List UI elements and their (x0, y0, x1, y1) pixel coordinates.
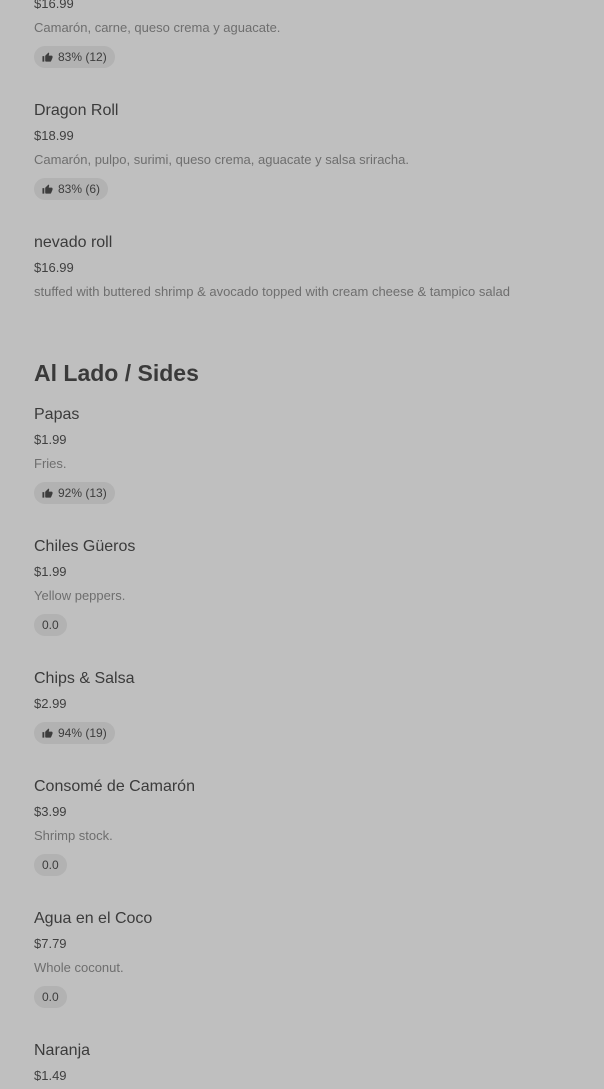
thumbs-up-icon (42, 487, 53, 498)
item-name: Papas (34, 406, 80, 423)
item-name: Dragon Roll (34, 102, 119, 119)
menu-item[interactable]: $16.99 Camarón, carne, queso crema y agu… (34, 0, 280, 68)
rating-text: 0.0 (42, 618, 59, 632)
section-title: Al Lado / Sides (34, 360, 199, 386)
thumbs-up-icon (42, 727, 53, 738)
item-price: $1.49 (34, 1068, 67, 1083)
rating-badge: 83% (6) (34, 178, 109, 200)
rating-badge: 94% (19) (34, 722, 115, 744)
item-price: $7.79 (34, 936, 67, 951)
item-price: $18.99 (34, 128, 74, 143)
item-name: Naranja (34, 1042, 91, 1059)
rating-badge: 0.0 (34, 986, 67, 1008)
item-price: $16.99 (34, 260, 74, 275)
menu-item[interactable]: nevado roll $16.99 stuffed with buttered… (34, 232, 510, 304)
rating-text: 83% (6) (58, 182, 101, 196)
rating-text: 0.0 (42, 858, 59, 872)
item-price: $2.99 (34, 696, 67, 711)
item-price: $1.99 (34, 564, 67, 579)
rating-badge: 0.0 (34, 614, 67, 636)
item-description: Fries. (34, 456, 67, 471)
thumbs-up-icon (42, 51, 53, 62)
menu-item[interactable]: Papas $1.99 Fries. 92% (13) (34, 404, 115, 504)
rating-text: 92% (13) (58, 486, 107, 500)
item-name: nevado roll (34, 234, 113, 251)
menu-item[interactable]: Agua en el Coco $7.79 Whole coconut. 0.0 (34, 908, 152, 1008)
menu-item[interactable]: Chiles Güeros $1.99 Yellow peppers. 0.0 (34, 536, 135, 636)
item-description: Whole coconut. (34, 960, 124, 975)
item-price: $16.99 (34, 0, 74, 11)
menu-item[interactable]: Chips & Salsa $2.99 94% (19) (34, 668, 135, 744)
item-name: Chiles Güeros (34, 538, 136, 555)
item-price: $1.99 (34, 432, 67, 447)
item-description: Camarón, carne, queso crema y aguacate. (34, 20, 281, 35)
item-name: Chips & Salsa (34, 670, 135, 687)
menu-item[interactable]: Consomé de Camarón $3.99 Shrimp stock. 0… (34, 776, 195, 876)
item-description: Shrimp stock. (34, 828, 113, 843)
item-name: Agua en el Coco (34, 910, 153, 927)
item-name: Consomé de Camarón (34, 778, 195, 795)
rating-text: 0.0 (42, 990, 59, 1004)
rating-text: 94% (19) (58, 726, 107, 740)
rating-badge: 92% (13) (34, 482, 115, 504)
menu-item[interactable]: Naranja $1.49 (34, 1040, 90, 1088)
item-description: Yellow peppers. (34, 588, 126, 603)
thumbs-up-icon (42, 183, 53, 194)
menu-item[interactable]: Dragon Roll $18.99 Camarón, pulpo, surim… (34, 100, 409, 200)
item-price: $3.99 (34, 804, 67, 819)
rating-badge: 83% (12) (34, 46, 115, 68)
item-description: Camarón, pulpo, surimi, queso crema, agu… (34, 152, 410, 167)
rating-badge: 0.0 (34, 854, 67, 876)
item-description: stuffed with buttered shrimp & avocado t… (34, 284, 510, 299)
rating-text: 83% (12) (58, 50, 107, 64)
